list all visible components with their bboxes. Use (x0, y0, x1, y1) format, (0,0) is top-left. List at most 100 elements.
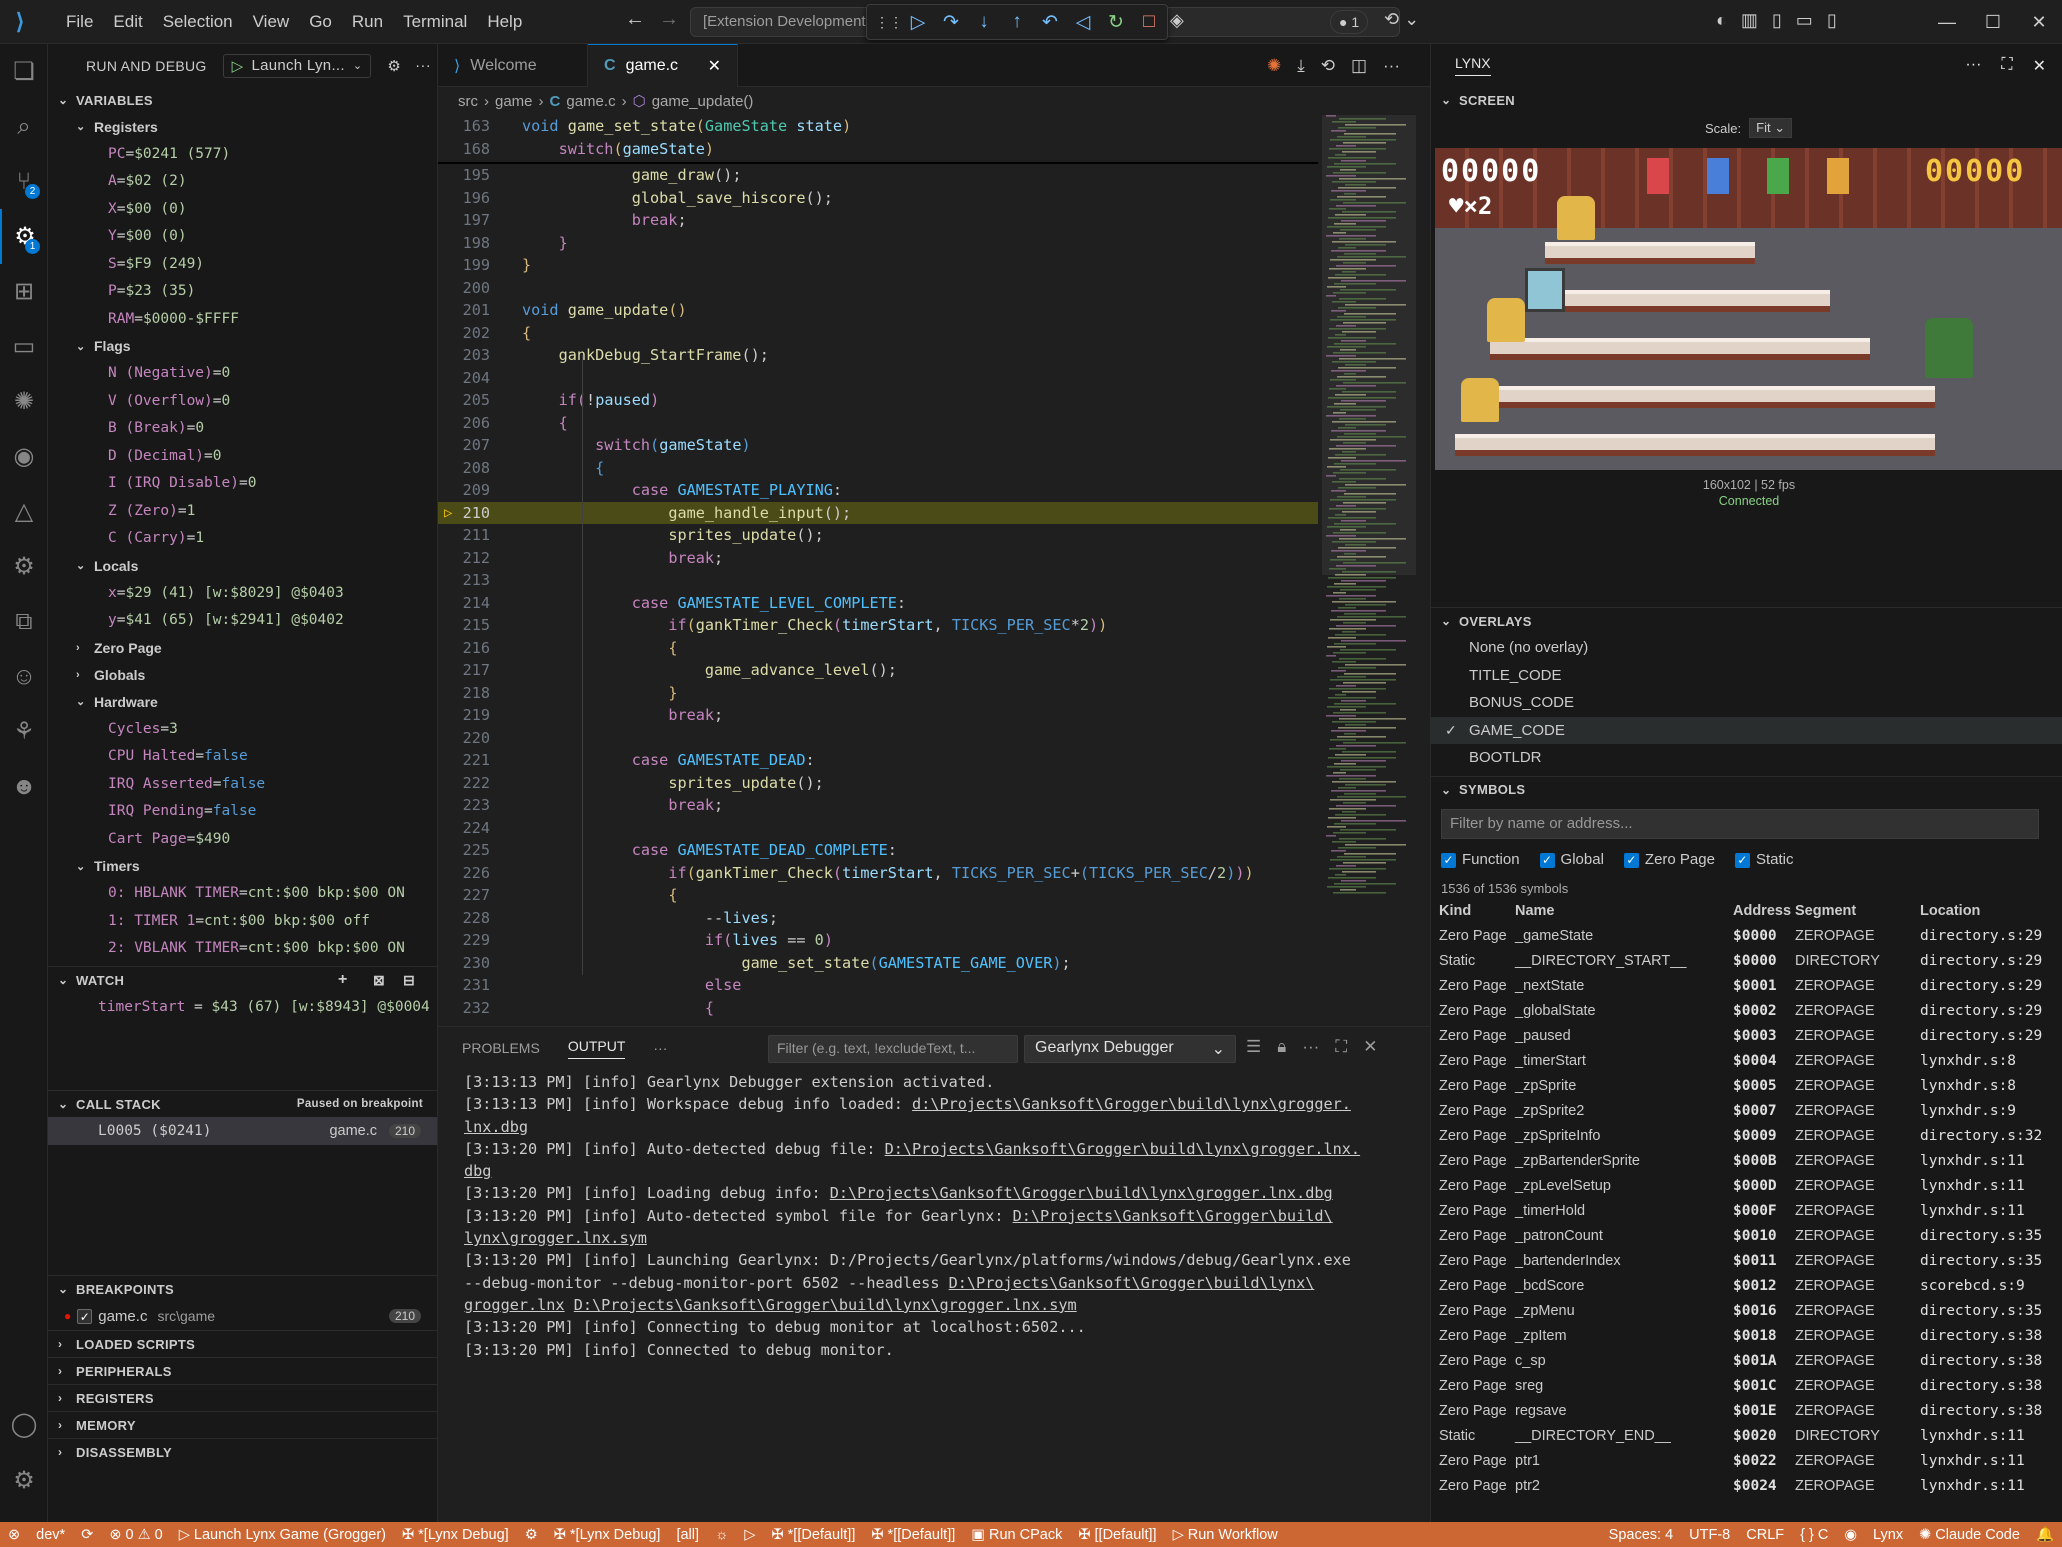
step-out-icon[interactable]: ↑ (1007, 11, 1027, 33)
code-line[interactable]: 223 break; (438, 794, 1318, 817)
history-icon[interactable]: ⟲ (1321, 56, 1335, 76)
step-into-icon[interactable]: ↓ (974, 11, 994, 33)
forward-arrow-icon[interactable]: → (659, 8, 679, 31)
collapse-all-icon[interactable]: ⊠ (373, 972, 385, 989)
menu-help[interactable]: Help (477, 0, 532, 44)
status-item[interactable]: CRLF (1738, 1527, 1792, 1543)
code-line[interactable]: 199} (438, 254, 1318, 277)
variable-item[interactable]: 2: VBLANK TIMER = cnt:$00 bkp:$00 ON (48, 935, 437, 963)
tab-output[interactable]: OUTPUT (567, 1038, 626, 1059)
code-line[interactable]: 201 void game_update() (438, 299, 1318, 322)
symbols-section[interactable]: ⌄ SYMBOLS (1431, 777, 2062, 803)
minimap[interactable] (1318, 115, 1418, 1026)
filter-function[interactable]: ✓ Function (1441, 851, 1520, 868)
maximize-icon[interactable]: ⛶ (2001, 56, 2012, 76)
status-item[interactable]: ▷ (736, 1527, 763, 1543)
code-line[interactable]: 195 game_draw(); (438, 164, 1318, 187)
restart-icon[interactable]: ↻ (1106, 11, 1126, 34)
menu-edit[interactable]: Edit (103, 0, 152, 44)
variable-item[interactable]: 1: TIMER 1 = cnt:$00 bkp:$00 off (48, 907, 437, 935)
github-icon[interactable]: ◉ (0, 429, 48, 484)
variable-item[interactable]: RAM = $0000-$FFFF (48, 305, 437, 333)
tab-game-c[interactable]: C game.c ✕ (588, 44, 738, 87)
code-line[interactable]: 209 case GAMESTATE_PLAYING: (438, 479, 1318, 502)
code-line[interactable]: 225 case GAMESTATE_DEAD_COMPLETE: (438, 839, 1318, 862)
section-peripherals[interactable]: › PERIPHERALS (48, 1357, 437, 1384)
status-item[interactable]: ✠ [[Default]] (1070, 1527, 1164, 1543)
filter-zero-page[interactable]: ✓ Zero Page (1623, 851, 1715, 868)
lock-scroll-icon[interactable]: 🔒︎ (1277, 1037, 1286, 1057)
table-row[interactable]: Zero Page _paused $0003 ZEROPAGE directory.s… (1439, 1024, 2042, 1049)
code-line[interactable]: 196 global_save_hiscore(); (438, 187, 1318, 210)
explorer-icon[interactable]: ❏ (0, 44, 48, 99)
status-item[interactable]: ▷ Launch Lynx Game (Grogger) (171, 1527, 394, 1543)
variable-item[interactable]: PC = $0241 (577) (48, 140, 437, 168)
code-line[interactable]: 215 if(gankTimer_Check(timerStart, TICKS… (438, 614, 1318, 637)
continue-icon[interactable]: ▷ (908, 11, 928, 34)
column-header[interactable]: Segment (1795, 899, 1920, 924)
filter-global[interactable]: ✓ Global (1539, 851, 1604, 868)
table-row[interactable]: Zero Page _zpLevelSetup $000D ZEROPAGE lynxh… (1439, 1174, 2042, 1199)
code-line[interactable]: 204 (438, 367, 1318, 390)
lynx-title[interactable]: LYNX (1455, 55, 1491, 76)
status-item[interactable]: ✠ *[[Default]] (763, 1527, 863, 1543)
table-row[interactable]: Zero Page _timerStart $0004 ZEROPAGE lynxhdr… (1439, 1049, 2042, 1074)
status-item[interactable]: dev* (28, 1527, 73, 1543)
code-line[interactable]: ▷ 210 game_handle_input(); (438, 501, 1318, 524)
overlay-item[interactable]: None (no overlay) (1431, 634, 2062, 662)
table-row[interactable]: Zero Page _nextState $0001 ZEROPAGE director… (1439, 974, 2042, 999)
status-item[interactable]: ✠ *[[Default]] (863, 1527, 963, 1543)
code-line[interactable]: 163 void game_set_state(GameState state) (438, 115, 1318, 138)
overlay-item[interactable]: BOOTLDR (1431, 744, 2062, 772)
section-disassembly[interactable]: › DISASSEMBLY (48, 1438, 437, 1465)
watch-expression[interactable]: timerStart = $43 (67) [w:$8943] @$0004 (48, 993, 437, 1020)
code-line[interactable]: 203 gankDebug_StartFrame(); (438, 344, 1318, 367)
variable-item[interactable]: D (Decimal) = 0 (48, 442, 437, 470)
reverse-continue-icon[interactable]: ◁ (1073, 11, 1093, 34)
code-line[interactable]: 197 break; (438, 209, 1318, 232)
debug-session-count[interactable]: ● 1 (1330, 10, 1369, 34)
variables-section[interactable]: ⌄ VARIABLES (48, 87, 437, 113)
close-tab-icon[interactable]: ✕ (708, 56, 721, 76)
status-item[interactable]: ▷ Run Workflow (1165, 1527, 1286, 1543)
status-item[interactable]: ✠ *[Lynx Debug] (546, 1527, 669, 1543)
maximize-icon[interactable]: ☐ (1970, 12, 2016, 33)
alien-icon[interactable]: ☻ (0, 759, 48, 814)
remote-debug-icon[interactable]: ⚙ (0, 539, 48, 594)
column-header[interactable]: Location (1920, 899, 2042, 924)
column-header[interactable]: Name (1515, 899, 1733, 924)
code-line[interactable]: 168 switch(gameState) (438, 138, 1318, 161)
stack-frame[interactable]: L0005 ($0241) game.c 210 (48, 1117, 437, 1145)
code-line[interactable]: 202 { (438, 322, 1318, 345)
status-item[interactable]: [all] (668, 1527, 707, 1543)
toggle-sidebar-icon[interactable]: ▯ (1772, 10, 1782, 31)
code-line[interactable]: 226 if(gankTimer_Check(timerStart, TICKS… (438, 862, 1318, 885)
more-actions-icon[interactable]: ··· (1302, 1037, 1319, 1057)
variable-group[interactable]: › Zero Page (48, 634, 437, 661)
variable-item[interactable]: Cycles = 3 (48, 715, 437, 743)
column-header[interactable]: Kind (1439, 899, 1515, 924)
table-row[interactable]: Zero Page _gameState $0000 ZEROPAGE director… (1439, 924, 2042, 949)
status-item[interactable]: 🔔 (2028, 1526, 2062, 1543)
status-item[interactable]: ☼ (707, 1527, 736, 1543)
code-line[interactable]: 224 (438, 817, 1318, 840)
status-item[interactable]: ✺ Claude Code (1911, 1527, 2028, 1543)
more-actions-icon[interactable]: ··· (1383, 56, 1400, 76)
variable-group[interactable]: ⌄ Timers (48, 853, 437, 880)
variable-item[interactable]: V (Overflow) = 0 (48, 387, 437, 415)
variable-item[interactable]: IRQ Pending = false (48, 798, 437, 826)
variable-item[interactable]: x = $29 (41) [w:$8029] @$0403 (48, 579, 437, 607)
breakpoint-checkbox[interactable]: ✓ (77, 1308, 93, 1324)
code-line[interactable]: 219 break; (438, 704, 1318, 727)
code-line[interactable]: 221 case GAMESTATE_DEAD: (438, 749, 1318, 772)
code-line[interactable]: 206 { (438, 412, 1318, 435)
callstack-section[interactable]: ⌄ CALL STACK Paused on breakpoint (48, 1091, 437, 1117)
status-item[interactable]: Lynx (1865, 1527, 1911, 1543)
table-row[interactable]: Zero Page _bartenderIndex $0011 ZEROPAGE dir… (1439, 1249, 2042, 1274)
menu-go[interactable]: Go (299, 0, 342, 44)
code-line[interactable]: 218 } (438, 682, 1318, 705)
add-expression-icon[interactable]: + (338, 971, 348, 989)
menu-terminal[interactable]: Terminal (393, 0, 477, 44)
launch-config-dropdown[interactable]: ▷ Launch Lyn... ⌄ (222, 53, 372, 78)
table-row[interactable]: Zero Page c_sp $001A ZEROPAGE directory.s:38 (1439, 1349, 2042, 1374)
